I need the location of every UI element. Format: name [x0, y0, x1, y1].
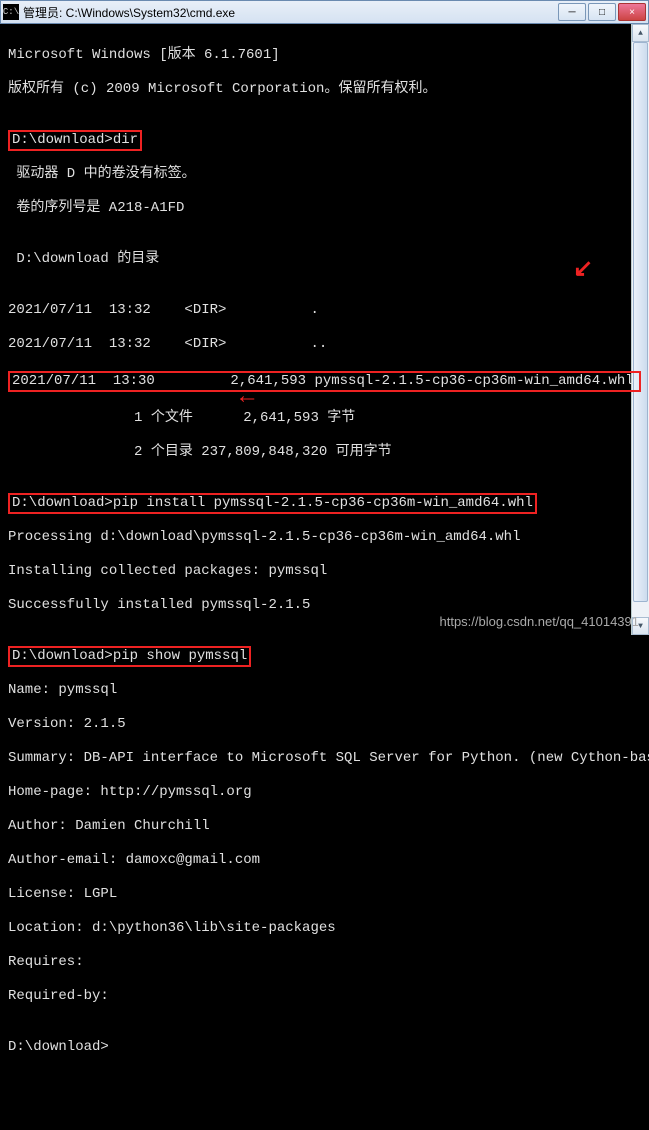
- cmd-icon: C:\: [3, 4, 19, 20]
- output-line: Author-email: damoxc@gmail.com: [8, 852, 641, 869]
- output-line: 1 个文件 2,641,593 字节: [8, 410, 641, 427]
- prompt-line: D:\download>pip show pymssql: [8, 648, 641, 665]
- output-line: Summary: DB-API interface to Microsoft S…: [8, 750, 641, 767]
- output-line: Version: 2.1.5: [8, 716, 641, 733]
- highlight-pip-show: D:\download>pip show pymssql: [8, 646, 251, 667]
- highlight-whl-file: 2021/07/11 13:30 2,641,593 pymssql-2.1.5…: [8, 371, 641, 392]
- output-line: Requires:: [8, 954, 641, 971]
- highlight-pip-install: D:\download>pip install pymssql-2.1.5-cp…: [8, 493, 537, 514]
- output-line: Location: d:\python36\lib\site-packages: [8, 920, 641, 937]
- watermark-text: https://blog.csdn.net/qq_41014391: [440, 614, 640, 629]
- window-title: 管理员: C:\Windows\System32\cmd.exe: [23, 4, 556, 21]
- output-line: Processing d:\download\pymssql-2.1.5-cp3…: [8, 529, 641, 546]
- output-line: Name: pymssql: [8, 682, 641, 699]
- window-buttons: ─ □ ×: [556, 3, 646, 21]
- output-line: Microsoft Windows [版本 6.1.7601]: [8, 47, 641, 64]
- output-line: Installing collected packages: pymssql: [8, 563, 641, 580]
- maximize-button[interactable]: □: [588, 3, 616, 21]
- output-line: 2021/07/11 13:32 <DIR> .: [8, 302, 641, 319]
- output-line: Successfully installed pymssql-2.1.5: [8, 597, 641, 614]
- minimize-button[interactable]: ─: [558, 3, 586, 21]
- output-line: 驱动器 D 中的卷没有标签。: [8, 166, 641, 183]
- output-line: Author: Damien Churchill: [8, 818, 641, 835]
- output-line: 卷的序列号是 A218-A1FD: [8, 200, 641, 217]
- terminal-output[interactable]: Microsoft Windows [版本 6.1.7601] 版权所有 (c)…: [0, 24, 649, 1130]
- output-line: D:\download 的目录: [8, 251, 641, 268]
- prompt-line: D:\download>dir: [8, 132, 641, 149]
- output-line: 2021/07/11 13:32 <DIR> ..: [8, 336, 641, 353]
- output-line: Required-by:: [8, 988, 641, 1005]
- output-line: License: LGPL: [8, 886, 641, 903]
- prompt-line: D:\download>pip install pymssql-2.1.5-cp…: [8, 495, 641, 512]
- close-button[interactable]: ×: [618, 3, 646, 21]
- highlight-dir-command: D:\download>dir: [8, 130, 142, 151]
- window-titlebar: C:\ 管理员: C:\Windows\System32\cmd.exe ─ □…: [0, 0, 649, 24]
- output-line: Home-page: http://pymssql.org: [8, 784, 641, 801]
- output-line: 2 个目录 237,809,848,320 可用字节: [8, 444, 641, 461]
- output-line: 版权所有 (c) 2009 Microsoft Corporation。保留所有…: [8, 81, 641, 98]
- prompt-line: D:\download>: [8, 1039, 641, 1056]
